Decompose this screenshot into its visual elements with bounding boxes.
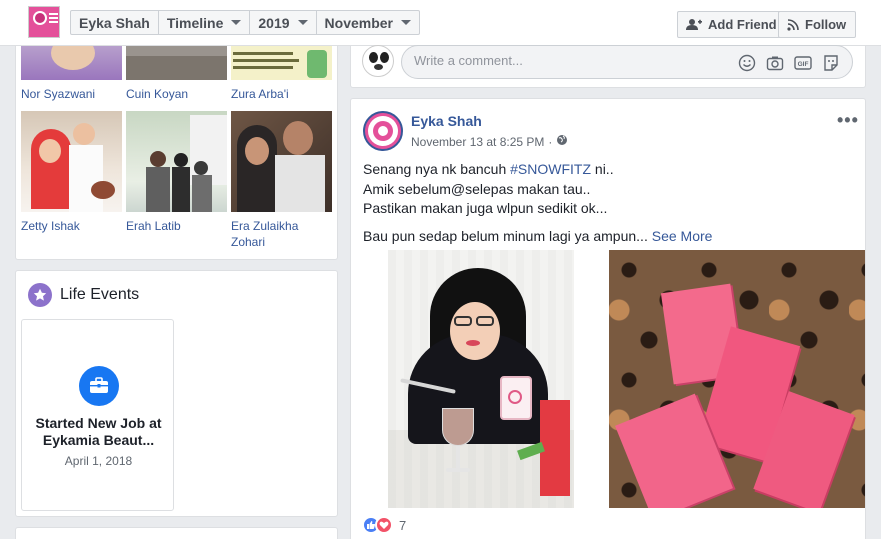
sticker-icon[interactable] [822, 54, 840, 72]
timeline-header-bar: Eyka Shah Timeline 2019 November Add Fri… [0, 0, 881, 46]
life-event-title[interactable]: Started New Job at Eykamia Beaut... [26, 415, 171, 449]
globe-icon[interactable] [556, 134, 568, 149]
star-icon [28, 283, 52, 307]
post-author-name[interactable]: Eyka Shah [411, 113, 482, 129]
chevron-down-icon [297, 20, 308, 25]
timeline-navigator: Eyka Shah Timeline 2019 November [70, 10, 420, 35]
see-more-link[interactable]: See More [652, 228, 713, 244]
friend-name[interactable]: Cuin Koyan [126, 86, 227, 102]
month-dropdown[interactable]: November [317, 11, 419, 34]
life-events-title[interactable]: Life Events [60, 286, 139, 304]
post-line: Senang nya nk bancuh #SNOWFITZ ni.. [363, 161, 614, 177]
emoji-icon[interactable] [738, 54, 756, 72]
hashtag-link[interactable]: #SNOWFITZ [510, 161, 591, 177]
chevron-down-icon [401, 20, 411, 25]
next-card [15, 527, 338, 539]
friend-name[interactable]: Nor Syazwani [21, 86, 122, 102]
post-line: Pastikan makan juga wlpun sedikit ok... [363, 200, 608, 216]
year-dropdown[interactable]: 2019 [250, 11, 317, 34]
camera-icon[interactable] [766, 54, 784, 72]
gif-icon[interactable]: GIF [794, 54, 812, 72]
follow-button[interactable]: Follow [778, 11, 857, 38]
friend-photo[interactable] [126, 46, 227, 80]
friend-name[interactable]: Zetty Ishak [21, 218, 122, 234]
friend-photo[interactable] [231, 111, 332, 212]
profile-name-link[interactable]: Eyka Shah [71, 11, 159, 34]
chevron-down-icon [231, 20, 242, 25]
reaction-count[interactable]: 7 [399, 518, 406, 533]
post-meta: November 13 at 8:25 PM · [411, 134, 568, 149]
commenter-avatar[interactable] [362, 45, 394, 77]
friend-name[interactable]: Erah Latib [126, 218, 227, 234]
love-icon [375, 516, 393, 534]
friend-name[interactable]: Era Zulaikha Zohari [231, 218, 332, 250]
post-timestamp[interactable]: November 13 at 8:25 PM [411, 135, 544, 149]
post-author-avatar[interactable] [363, 111, 403, 151]
add-friend-label: Add Friend [708, 17, 777, 32]
svg-text:GIF: GIF [798, 61, 809, 68]
add-friend-icon [686, 19, 702, 30]
reactions-summary[interactable]: 7 [362, 516, 406, 534]
life-event-date: April 1, 2018 [64, 454, 133, 468]
friend-photo[interactable] [21, 111, 122, 212]
profile-thumbnail[interactable] [28, 6, 60, 38]
post-photo[interactable] [352, 250, 607, 508]
friend-photo[interactable] [126, 111, 227, 212]
post-options-icon[interactable]: ••• [837, 110, 859, 131]
add-friend-button[interactable]: Add Friend [677, 11, 787, 38]
post-line: Amik sebelum@selepas makan tau.. [363, 180, 591, 197]
friend-photo[interactable] [21, 46, 122, 80]
friend-photo[interactable] [231, 46, 332, 80]
comment-field[interactable]: GIF [401, 45, 853, 79]
section-dropdown[interactable]: Timeline [159, 11, 251, 34]
friend-name[interactable]: Zura Arba'i [231, 86, 332, 102]
post-photo[interactable] [609, 250, 865, 508]
rss-icon [787, 18, 799, 31]
life-event-item[interactable]: Started New Job at Eykamia Beaut... Apri… [21, 319, 174, 511]
post-body: Senang nya nk bancuh #SNOWFITZ ni.. Amik… [363, 160, 853, 246]
briefcase-icon [79, 366, 119, 406]
post-line: Bau pun sedap belum minum lagi ya ampun.… [363, 227, 713, 244]
comment-input[interactable] [414, 53, 714, 68]
follow-label: Follow [805, 17, 847, 32]
